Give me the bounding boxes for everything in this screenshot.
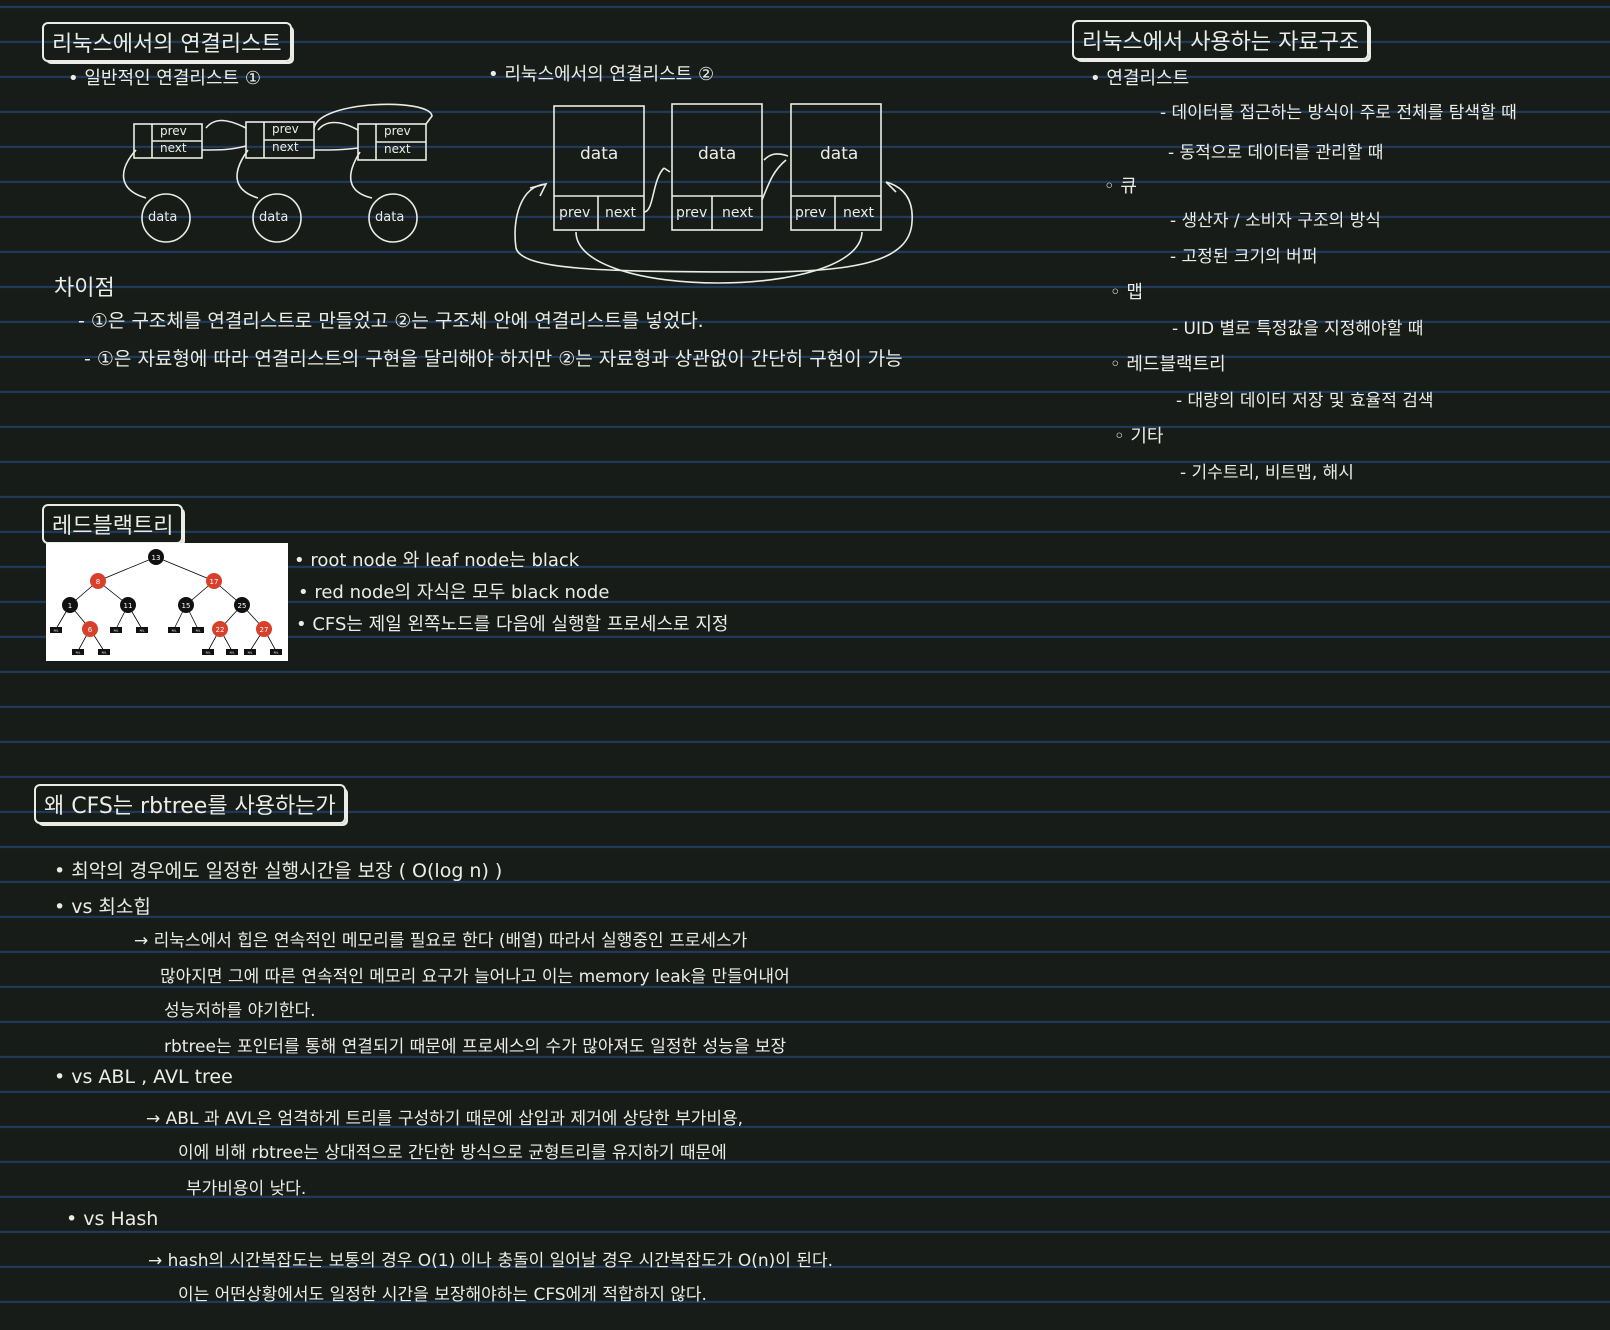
list2-n3-prev: prev xyxy=(795,205,827,221)
list1-n2-prev: prev xyxy=(272,122,299,136)
nil-leaf: NIL xyxy=(172,629,177,633)
diff-line-1: - ①은 구조체를 연결리스트로 만들었고 ②는 구조체 안에 연결리스트를 넣… xyxy=(78,310,704,332)
why-line-1: • vs 최소힙 xyxy=(54,896,151,918)
why-rbtree-title: 왜 CFS는 rbtree를 사용하는가 xyxy=(34,784,346,824)
list2-n2-data: data xyxy=(698,144,737,164)
rb-node-6: 6 xyxy=(88,626,93,634)
diff-line-2: - ①은 자료형에 따라 연결리스트의 구현을 달리해야 하지만 ②는 자료형과… xyxy=(84,348,903,370)
list1-n3-next: next xyxy=(384,142,411,156)
list2-n2-prev: prev xyxy=(676,205,708,221)
why-line-5: rbtree는 포인터를 통해 연결되기 때문에 프로세스의 수가 많아져도 일… xyxy=(164,1037,787,1057)
nil-leaf: NIL xyxy=(54,629,59,633)
list2-n1-prev: prev xyxy=(559,205,591,221)
rb-node-11: 11 xyxy=(124,602,133,610)
nil-leaf: NIL xyxy=(196,629,201,633)
why-line-8: 이에 비해 rbtree는 상대적으로 간단한 방식으로 균형트리를 유지하기 … xyxy=(178,1143,727,1163)
list1-data-2-label: data xyxy=(259,210,289,225)
nil-leaf: NIL xyxy=(76,651,81,655)
rb-node-13: 13 xyxy=(152,554,161,562)
rbtree-nodes xyxy=(62,549,272,637)
list2-n3-data: data xyxy=(820,144,859,164)
list2-n1-data: data xyxy=(580,144,619,164)
rb-note-1: • root node 와 leaf node는 black xyxy=(294,550,580,571)
nil-leaf: NIL xyxy=(206,651,211,655)
diff-title: 차이점 xyxy=(54,276,115,301)
ds-item-6: ◦ 맵 xyxy=(1110,282,1143,303)
rb-node-15: 15 xyxy=(182,602,191,610)
rb-note-3: • CFS는 제일 왼쪽노드를 다음에 실행할 프로세스로 지정 xyxy=(296,614,729,635)
nil-leaf: NIL xyxy=(248,651,253,655)
why-line-9: 부가비용이 낮다. xyxy=(186,1179,307,1199)
list1-data-3-label: data xyxy=(375,210,405,225)
ds-item-2: - 동적으로 데이터를 관리할 때 xyxy=(1168,143,1384,163)
rb-note-2: • red node의 자식은 모두 black node xyxy=(298,582,610,603)
ds-item-8: ◦ 레드블랙트리 xyxy=(1110,354,1226,375)
ds-item-0: • 연결리스트 xyxy=(1090,68,1190,89)
nil-leaf: NIL xyxy=(274,651,279,655)
rb-node-8: 8 xyxy=(96,578,100,586)
rbtree-svg: 13 8 17 1 11 15 25 6 22 27 NIL NIL NIL N… xyxy=(50,549,282,655)
rb-node-25: 25 xyxy=(238,602,247,610)
list1-n1-prev: prev xyxy=(160,124,187,138)
linked-list-diagrams xyxy=(122,103,913,284)
why-line-11: → hash의 시간복잡도는 보통의 경우 O(1) 이나 충돌이 일어날 경우… xyxy=(148,1251,834,1271)
rbtree-title: 레드블랙트리 xyxy=(42,504,184,544)
list1-n2-next: next xyxy=(272,140,299,154)
list1-n3-prev: prev xyxy=(384,124,411,138)
ds-item-7: - UID 별로 특정값을 지정해야할 때 xyxy=(1172,319,1424,339)
ds-item-4: - 생산자 / 소비자 구조의 방식 xyxy=(1170,211,1381,231)
rb-node-17: 17 xyxy=(210,578,219,586)
ds-item-1: - 데이터를 접근하는 방식이 주로 전체를 탐색할 때 xyxy=(1160,103,1517,123)
why-line-12: 이는 어떤상황에서도 일정한 시간을 보장해야하는 CFS에게 적합하지 않다. xyxy=(178,1285,707,1305)
why-line-2: → 리눅스에서 힙은 연속적인 메모리를 필요로 한다 (배열) 따라서 실행중… xyxy=(134,931,748,951)
nil-leaf: NIL xyxy=(140,629,145,633)
list2-n3-next: next xyxy=(843,205,875,221)
list2-n1-next: next xyxy=(605,205,637,221)
rb-node-27: 27 xyxy=(260,626,269,634)
list1-data-1-label: data xyxy=(148,210,178,225)
ds-item-5: - 고정된 크기의 버퍼 xyxy=(1170,247,1318,267)
why-line-0: • 최악의 경우에도 일정한 실행시간을 보장 ( O(log n) ) xyxy=(54,860,503,882)
rb-node-22: 22 xyxy=(216,626,225,634)
why-line-7: → ABL 과 AVL은 엄격하게 트리를 구성하기 때문에 삽입과 제거에 상… xyxy=(146,1109,744,1129)
why-line-4: 성능저하를 야기한다. xyxy=(164,1001,316,1021)
nil-leaf: NIL xyxy=(114,629,119,633)
ds-item-9: - 대량의 데이터 저장 및 효율적 검색 xyxy=(1176,391,1434,411)
list1-n1-next: next xyxy=(160,141,187,155)
rb-node-1: 1 xyxy=(68,602,72,610)
why-line-3: 많아지면 그에 따른 연속적인 메모리 요구가 늘어나고 이는 memory l… xyxy=(160,967,790,987)
ds-item-3: ◦ 큐 xyxy=(1104,176,1137,197)
ds-item-11: - 기수트리, 비트맵, 해시 xyxy=(1180,463,1354,483)
rbtree-image: 13 8 17 1 11 15 25 6 22 27 NIL NIL NIL N… xyxy=(46,543,288,661)
nil-leaf: NIL xyxy=(102,651,107,655)
why-line-10: • vs Hash xyxy=(66,1208,159,1230)
list2-n2-next: next xyxy=(722,205,754,221)
ds-item-10: ◦ 기타 xyxy=(1114,426,1164,447)
nil-leaf: NIL xyxy=(230,651,235,655)
linux-datastructures-title: 리눅스에서 사용하는 자료구조 xyxy=(1072,20,1370,60)
why-line-6: • vs ABL , AVL tree xyxy=(54,1066,233,1088)
